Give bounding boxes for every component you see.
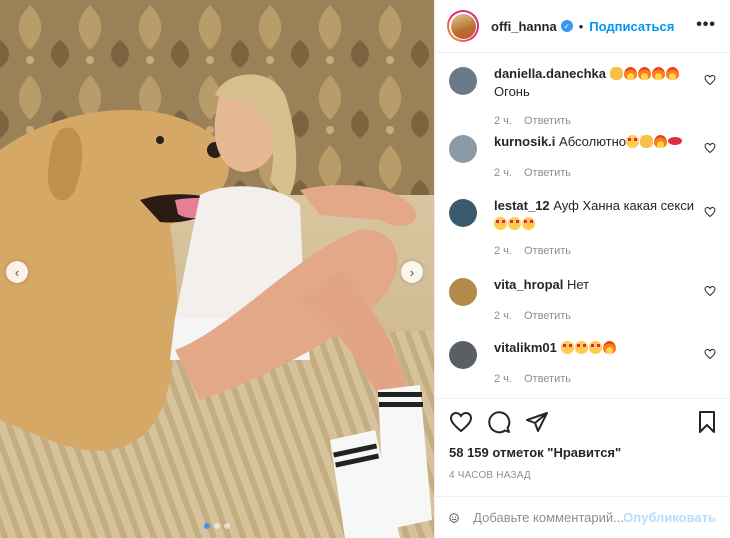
comment-input[interactable] <box>473 510 624 525</box>
heart-eyes-emoji-icon <box>574 341 588 354</box>
comment-username[interactable]: daniella.danechka <box>494 66 606 81</box>
fire-emoji-icon <box>623 67 637 80</box>
comment-item: lestat_12 Ауф Ханна какая секси 2 ч. Отв… <box>449 197 716 276</box>
commenter-avatar[interactable] <box>449 67 477 95</box>
comment-time: 2 ч. <box>494 373 512 385</box>
post-timestamp[interactable]: 4 ЧАСОВ НАЗАД <box>435 470 730 496</box>
clap-emoji-icon <box>640 135 654 148</box>
reply-button[interactable]: Ответить <box>524 245 571 257</box>
commenter-avatar[interactable] <box>449 341 477 369</box>
comment-item: kurnosik.i Абсолютно 2 ч. Ответить <box>449 133 716 197</box>
fire-emoji-icon <box>665 67 679 80</box>
comment-username[interactable]: lestat_12 <box>494 198 550 213</box>
comment-text: Нет <box>566 277 590 292</box>
reply-button[interactable]: Ответить <box>524 310 571 322</box>
comment-time: 2 ч. <box>494 310 512 322</box>
comment-username[interactable]: vitalikm01 <box>494 340 557 355</box>
carousel-dot <box>214 523 220 529</box>
reply-button[interactable]: Ответить <box>524 115 571 127</box>
add-comment-bar: Опубликовать <box>435 496 730 538</box>
commenter-avatar[interactable] <box>449 135 477 163</box>
reply-button[interactable]: Ответить <box>524 167 571 179</box>
lips-emoji-icon <box>668 137 683 145</box>
commenter-avatar[interactable] <box>449 278 477 306</box>
author-username[interactable]: offi_hanna <box>491 19 557 34</box>
comment-emojis <box>560 340 617 355</box>
fire-emoji-icon <box>654 135 668 148</box>
more-options-icon[interactable]: ••• <box>696 16 716 34</box>
likes-count[interactable]: 58 159 отметок "Нравится" <box>435 444 730 462</box>
fire-emoji-icon <box>651 67 665 80</box>
carousel-dot <box>204 523 210 529</box>
instagram-post: ‹ › offi_hanna ✓ • Подписаться ••• danie… <box>0 0 730 538</box>
comment-emojis <box>609 66 680 81</box>
post-photo[interactable]: ‹ › <box>0 0 434 538</box>
heart-eyes-emoji-icon <box>560 341 574 354</box>
comment-item: vita_hropal Нет 2 ч. Ответить <box>449 276 716 339</box>
post-actions <box>435 398 730 444</box>
share-paper-plane-icon[interactable] <box>525 410 549 434</box>
header-separator: • <box>578 18 584 34</box>
heart-eyes-emoji-icon <box>508 217 521 230</box>
publish-button[interactable]: Опубликовать <box>623 510 716 525</box>
photo-illustration <box>0 0 434 538</box>
fire-emoji-icon <box>637 67 651 80</box>
commenter-avatar[interactable] <box>449 199 477 227</box>
save-bookmark-icon[interactable] <box>695 410 719 434</box>
heart-eyes-emoji-icon <box>494 217 507 230</box>
emoji-picker-icon[interactable] <box>449 507 459 529</box>
author-avatar[interactable] <box>447 10 479 42</box>
carousel-next-button[interactable]: › <box>401 261 423 283</box>
like-comment-heart-icon[interactable] <box>704 348 716 360</box>
comment-username[interactable]: kurnosik.i <box>494 134 555 149</box>
like-comment-heart-icon[interactable] <box>704 285 716 297</box>
follow-button[interactable]: Подписаться <box>589 19 674 34</box>
like-comment-heart-icon[interactable] <box>704 142 716 154</box>
post-header: offi_hanna ✓ • Подписаться ••• <box>435 0 730 53</box>
comment-emojis <box>494 215 704 233</box>
comment-text: Ауф Ханна какая секси <box>553 198 694 213</box>
comment-item: daniella.danechka Огонь 2 ч. Ответить <box>449 65 716 133</box>
fire-emoji-icon <box>602 341 616 354</box>
comments-list: daniella.danechka Огонь 2 ч. Ответить ku… <box>435 53 730 398</box>
like-heart-icon[interactable] <box>449 410 473 434</box>
comment-time: 2 ч. <box>494 167 512 179</box>
comment-bubble-icon[interactable] <box>487 410 511 434</box>
comment-username[interactable]: vita_hropal <box>494 277 563 292</box>
carousel-indicator <box>0 523 434 529</box>
heart-eyes-emoji-icon <box>626 135 640 148</box>
comment-time: 2 ч. <box>494 245 512 257</box>
clap-emoji-icon <box>609 67 623 80</box>
comment-time: 2 ч. <box>494 115 512 127</box>
reply-button[interactable]: Ответить <box>524 373 571 385</box>
heart-eyes-emoji-icon <box>522 217 535 230</box>
comment-emojis <box>626 134 683 149</box>
comment-item: vitalikm01 2 ч. Ответить <box>449 339 716 398</box>
carousel-dot <box>224 523 230 529</box>
comment-text: Огонь <box>494 84 530 99</box>
like-comment-heart-icon[interactable] <box>704 74 716 86</box>
comment-text: Абсолютно <box>559 134 627 149</box>
carousel-prev-button[interactable]: ‹ <box>6 261 28 283</box>
heart-eyes-emoji-icon <box>588 341 602 354</box>
post-sidebar: offi_hanna ✓ • Подписаться ••• daniella.… <box>434 0 730 538</box>
verified-badge-icon: ✓ <box>560 20 573 32</box>
like-comment-heart-icon[interactable] <box>704 206 716 218</box>
